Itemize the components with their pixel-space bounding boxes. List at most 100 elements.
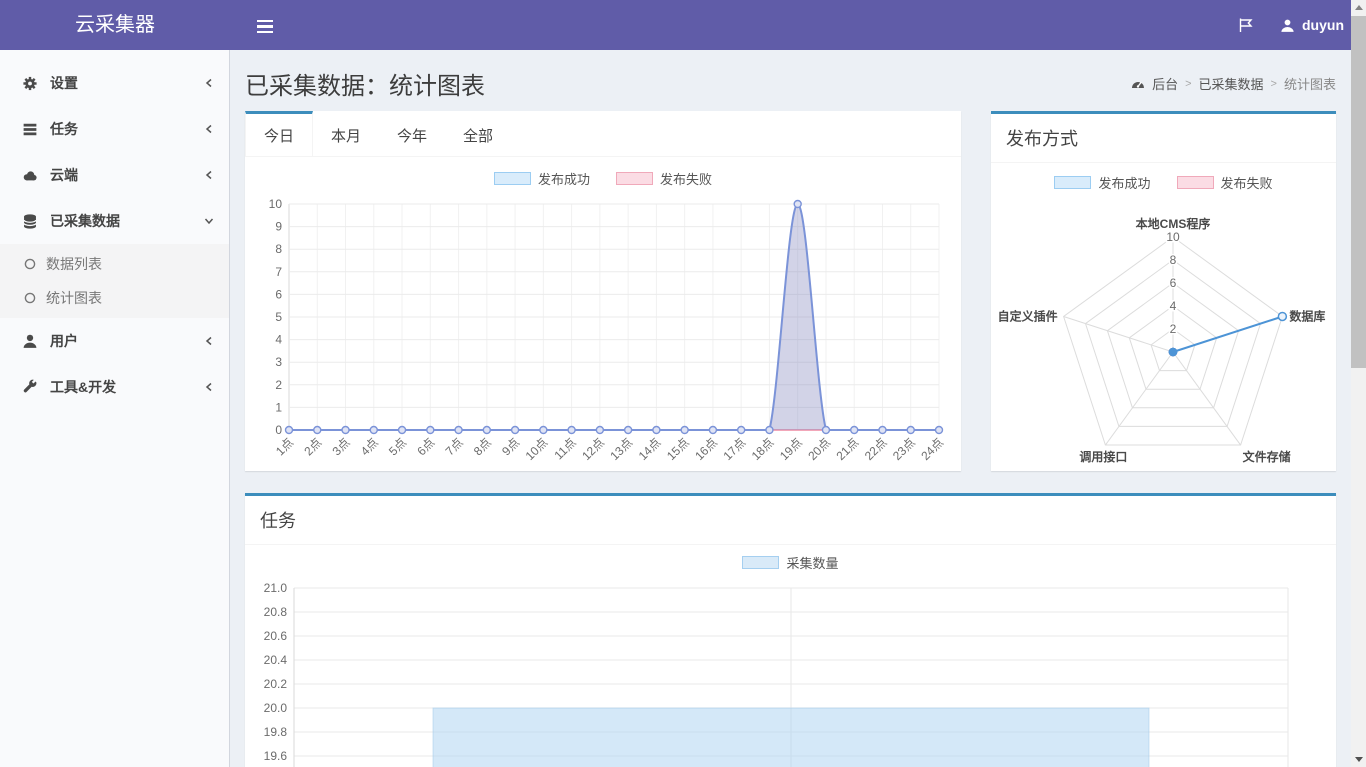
svg-text:11点: 11点 (552, 435, 579, 462)
sidebar-item-tasks[interactable]: 任务 (0, 106, 229, 152)
legend-swatch (1054, 176, 1091, 189)
username: duyun (1302, 17, 1344, 33)
svg-text:19.8: 19.8 (264, 725, 288, 739)
user-icon (1280, 18, 1295, 33)
svg-text:4点: 4点 (358, 435, 381, 458)
svg-text:18点: 18点 (749, 435, 777, 463)
breadcrumb-current: 统计图表 (1284, 74, 1336, 93)
scroll-up-arrow-icon[interactable] (1351, 0, 1366, 15)
legend-swatch (616, 172, 653, 185)
svg-text:12点: 12点 (579, 435, 607, 463)
svg-text:数据库: 数据库 (1289, 308, 1325, 323)
tab-all[interactable]: 全部 (445, 111, 511, 156)
svg-text:6: 6 (275, 287, 282, 301)
flag-menu[interactable] (1238, 0, 1254, 50)
sidebar-item-label: 工具&开发 (50, 377, 203, 397)
legend-item-publish-success[interactable]: 发布成功 (1054, 173, 1150, 192)
radar-chart-body: 发布成功 发布失败 本地CMS程序数据库文件存储调用接口自定义插件246810 (991, 163, 1336, 477)
publish-method-radar-chart[interactable]: 本地CMS程序数据库文件存储调用接口自定义插件246810 (995, 200, 1332, 472)
breadcrumb-section[interactable]: 已采集数据 (1199, 74, 1264, 93)
tab-today[interactable]: 今日 (245, 111, 313, 156)
svg-text:5点: 5点 (386, 435, 409, 458)
svg-text:20.8: 20.8 (264, 605, 288, 619)
sidebar-item-collected-data[interactable]: 已采集数据 (0, 198, 229, 244)
svg-text:20.4: 20.4 (264, 653, 288, 667)
svg-text:8: 8 (1170, 253, 1177, 267)
chevron-left-icon (203, 169, 215, 181)
breadcrumb-home[interactable]: 后台 (1152, 74, 1178, 93)
svg-text:1: 1 (275, 400, 282, 414)
legend-item-publish-fail[interactable]: 发布失败 (616, 169, 712, 188)
svg-text:3点: 3点 (330, 435, 353, 458)
sidebar-item-users[interactable]: 用户 (0, 318, 229, 364)
vertical-scrollbar[interactable] (1351, 0, 1366, 767)
tab-this-year[interactable]: 今年 (379, 111, 445, 156)
svg-text:调用接口: 调用接口 (1079, 449, 1127, 464)
breadcrumb-separator: > (1185, 78, 1191, 90)
sidebar-item-tools-dev[interactable]: 工具&开发 (0, 364, 229, 410)
flag-icon (1238, 17, 1254, 33)
radar-chart-legend: 发布成功 发布失败 (995, 173, 1332, 192)
svg-text:23点: 23点 (890, 435, 918, 463)
circle-icon (24, 258, 36, 270)
sidebar-item-label: 用户 (50, 331, 203, 351)
svg-text:22点: 22点 (862, 435, 890, 463)
database-icon (21, 213, 39, 230)
cloud-icon (21, 167, 39, 184)
tasks-icon (21, 121, 39, 138)
svg-text:1点: 1点 (273, 435, 296, 458)
chevron-left-icon (203, 123, 215, 135)
sidebar: 设置 任务 云端 已采集数据 (0, 50, 230, 767)
svg-text:17点: 17点 (720, 435, 748, 463)
svg-text:0: 0 (275, 423, 282, 437)
svg-text:13点: 13点 (607, 435, 635, 463)
sidebar-item-settings[interactable]: 设置 (0, 60, 229, 106)
sidebar-item-label: 任务 (50, 119, 203, 139)
wrench-icon (21, 379, 39, 396)
page-title: 已采集数据：统计图表 (245, 66, 485, 101)
sidebar-item-label: 统计图表 (46, 288, 102, 308)
hamburger-icon (257, 25, 273, 27)
svg-text:14点: 14点 (636, 435, 664, 463)
scroll-down-arrow-icon[interactable] (1351, 752, 1366, 767)
circle-icon (24, 292, 36, 304)
chevron-down-icon (203, 215, 215, 227)
legend-item-collect-count[interactable]: 采集数量 (742, 553, 838, 572)
legend-item-publish-success[interactable]: 发布成功 (494, 169, 590, 188)
svg-text:16点: 16点 (692, 435, 720, 463)
content-header: 已采集数据：统计图表 后台 > 已采集数据 > 统计图表 (245, 56, 1336, 111)
chevron-left-icon (203, 335, 215, 347)
svg-text:3: 3 (275, 355, 282, 369)
breadcrumb: 后台 > 已采集数据 > 统计图表 (1131, 74, 1336, 93)
tasks-bar-chart[interactable]: 21.020.820.620.420.220.019.819.619.4 (257, 580, 1324, 767)
sidebar-item-stats-chart[interactable]: 统计图表 (0, 281, 229, 315)
svg-text:20.6: 20.6 (264, 629, 288, 643)
legend-item-publish-fail[interactable]: 发布失败 (1177, 173, 1273, 192)
tasks-chart-body: 采集数量 21.020.820.620.420.220.019.819.619.… (245, 545, 1336, 767)
hourly-chart-body: 发布成功 发布失败 1点2点3点4点5点6点7点8点9点10点11点12点13点… (245, 157, 961, 469)
sidebar-item-label: 数据列表 (46, 254, 102, 274)
tab-this-month[interactable]: 本月 (313, 111, 379, 156)
breadcrumb-separator: > (1271, 78, 1277, 90)
svg-text:10: 10 (269, 197, 283, 211)
svg-text:19点: 19点 (777, 435, 805, 463)
tasks-chart-legend: 采集数量 (257, 553, 1324, 572)
sidebar-item-data-list[interactable]: 数据列表 (0, 247, 229, 281)
svg-text:5: 5 (275, 310, 282, 324)
legend-swatch (1177, 176, 1214, 189)
tasks-panel: 任务 采集数量 21.020.820.620.420.220.019.819.6… (245, 493, 1336, 767)
user-icon (21, 333, 39, 350)
svg-text:9点: 9点 (499, 435, 522, 458)
sidebar-item-cloud[interactable]: 云端 (0, 152, 229, 198)
hamburger-icon (257, 31, 273, 33)
app-brand[interactable]: 云采集器 (0, 0, 230, 50)
svg-text:6点: 6点 (414, 435, 437, 458)
hourly-line-chart[interactable]: 1点2点3点4点5点6点7点8点9点10点11点12点13点14点15点16点1… (255, 196, 949, 464)
sidebar-toggle-button[interactable] (244, 0, 286, 50)
scrollbar-thumb[interactable] (1351, 16, 1366, 368)
user-menu[interactable]: duyun (1280, 0, 1344, 50)
svg-text:20.0: 20.0 (264, 701, 288, 715)
collected-data-submenu: 数据列表 统计图表 (0, 244, 229, 318)
gear-icon (21, 75, 39, 92)
hourly-chart-legend: 发布成功 发布失败 (255, 169, 951, 188)
